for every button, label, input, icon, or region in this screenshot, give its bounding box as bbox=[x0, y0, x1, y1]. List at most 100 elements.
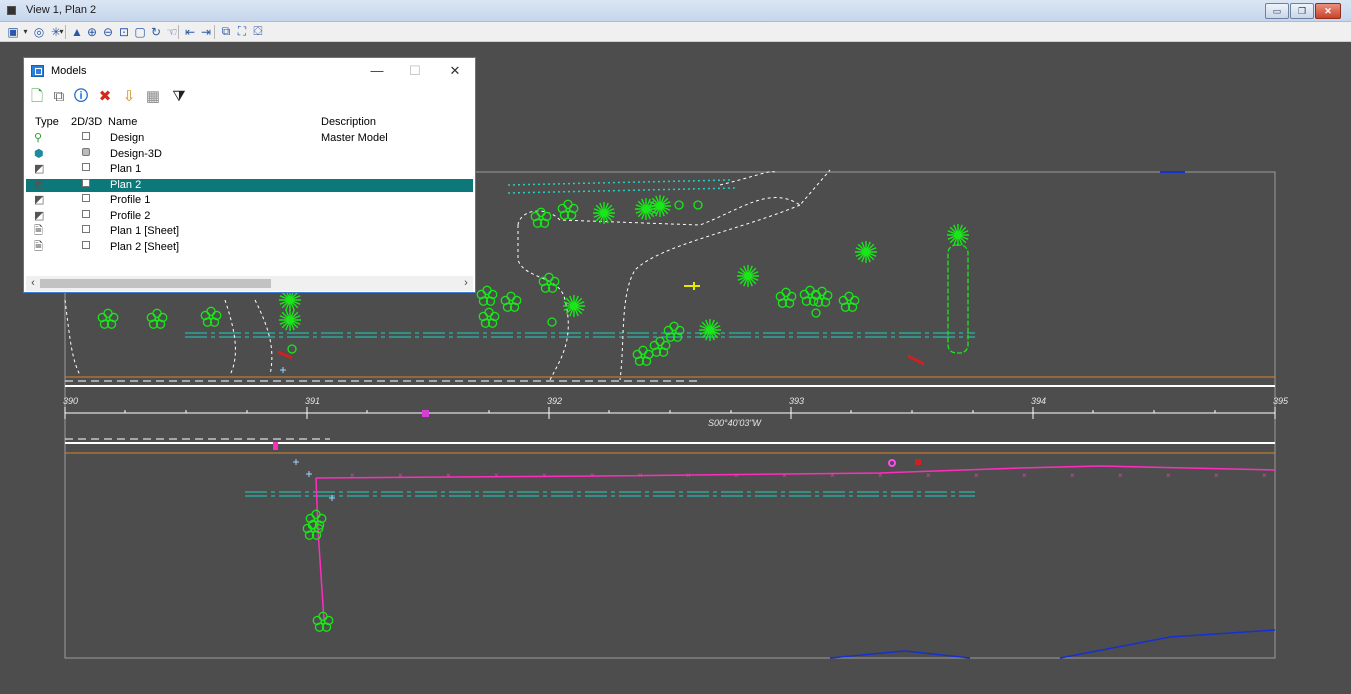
deciduous-tree bbox=[478, 307, 500, 328]
deciduous-tree bbox=[530, 207, 552, 228]
station-label: 394 bbox=[1031, 396, 1046, 406]
model-2d-icon bbox=[82, 194, 90, 202]
copy-model-icon[interactable]: ⧉ bbox=[50, 88, 68, 106]
minimize-button[interactable]: ▭ bbox=[1265, 3, 1289, 19]
valve-symbol bbox=[273, 442, 278, 450]
column-2d3d[interactable]: 2D/3D bbox=[71, 116, 102, 128]
fit-view-icon[interactable]: ▢ bbox=[132, 24, 148, 39]
window-area-icon[interactable]: ⊡ bbox=[116, 24, 132, 39]
zoom-in-icon[interactable]: ⊕ bbox=[84, 24, 100, 39]
column-description[interactable]: Description bbox=[321, 116, 376, 128]
deciduous-tree bbox=[557, 199, 579, 220]
fence-x-mark: × bbox=[782, 471, 787, 480]
model-row[interactable]: 🗎 Plan 1 [Sheet] bbox=[26, 225, 473, 238]
model-row[interactable]: ◩ Profile 2 bbox=[26, 209, 473, 223]
model-2d-icon bbox=[82, 163, 90, 171]
column-type[interactable]: Type bbox=[35, 116, 59, 128]
models-minimize-button[interactable]: — bbox=[367, 62, 387, 80]
fence-x-mark: × bbox=[1118, 471, 1123, 480]
dropdown-icon[interactable]: ▾ bbox=[22, 24, 29, 39]
deciduous-tree bbox=[97, 308, 119, 329]
model-name: Profile 1 bbox=[110, 194, 151, 206]
shrub bbox=[547, 317, 557, 327]
utility-dotted-line bbox=[507, 179, 731, 186]
red-symbol bbox=[907, 354, 925, 366]
deciduous-tree bbox=[663, 321, 685, 342]
fence-x-mark: × bbox=[398, 471, 403, 480]
scroll-right-button[interactable]: › bbox=[459, 276, 473, 291]
pavement-edge-curve-4 bbox=[719, 171, 776, 186]
evergreen-tree bbox=[699, 319, 721, 341]
model-row[interactable]: ◩ Plan 1 bbox=[26, 163, 473, 176]
clip-mask-icon[interactable]: ⛋ bbox=[250, 24, 266, 39]
fence-x-mark: × bbox=[350, 471, 355, 480]
property-line-2 bbox=[1059, 629, 1276, 659]
create-model-icon[interactable]: 🗋 bbox=[28, 88, 46, 106]
models-icon bbox=[31, 65, 44, 77]
station-marker bbox=[422, 410, 429, 417]
pavement-edge-curve-7 bbox=[64, 299, 81, 376]
fence-x-mark: × bbox=[590, 471, 595, 480]
filter-icon[interactable]: ⧩ bbox=[170, 88, 188, 106]
model-2d-icon bbox=[82, 225, 90, 233]
survey-point bbox=[306, 471, 312, 477]
presentation-icon[interactable]: ◎ bbox=[31, 24, 47, 39]
evergreen-tree bbox=[855, 241, 877, 263]
close-button[interactable]: ✕ bbox=[1315, 3, 1341, 19]
models-toolbar: 🗋 ⧉ 🛈 ✖ ⇩ ▦ ⧩ bbox=[26, 85, 466, 109]
view-control-toolbar: ▣ ▾ ◎ ✳ ▾ ▲ ⊕ ⊖ ⊡ ▢ ↻ ☜ ⇤ ⇥ ⧉ ⛶ ⛋ bbox=[0, 22, 1351, 42]
water-line-branch bbox=[315, 477, 325, 621]
station-label: 393 bbox=[789, 396, 804, 406]
sheet-model-icon: 🗎 bbox=[34, 240, 43, 253]
zoom-out-icon[interactable]: ⊖ bbox=[100, 24, 116, 39]
update-view-icon[interactable]: ▲ bbox=[69, 24, 85, 39]
sheet-model-icon: 🗎 bbox=[34, 225, 43, 237]
model-name: Profile 2 bbox=[110, 209, 151, 222]
fence-x-mark: × bbox=[878, 471, 883, 480]
models-titlebar[interactable]: Models — ☐ ✕ bbox=[24, 58, 475, 85]
scroll-thumb[interactable] bbox=[40, 279, 271, 288]
model-2d-icon bbox=[82, 240, 90, 249]
delete-model-icon[interactable]: ✖ bbox=[96, 88, 114, 106]
window-icon[interactable] bbox=[7, 6, 16, 15]
fence-x-mark: × bbox=[926, 471, 931, 480]
view-next-icon[interactable]: ⇥ bbox=[198, 24, 214, 39]
drawing-model-icon: ◩ bbox=[34, 163, 45, 175]
dropdown-icon[interactable]: ▾ bbox=[58, 24, 65, 39]
pavement-edge-curve-3 bbox=[619, 204, 801, 381]
fence-x-mark: × bbox=[974, 471, 979, 480]
model-3d-icon bbox=[82, 147, 90, 156]
model-row[interactable]: ◩ Plan 2 bbox=[26, 178, 473, 192]
model-row[interactable]: ⬢ Design-3D bbox=[26, 147, 473, 161]
model-name: Plan 1 [Sheet] bbox=[110, 225, 180, 237]
models-close-button[interactable]: ✕ bbox=[445, 62, 465, 80]
scroll-left-button[interactable]: ‹ bbox=[26, 276, 40, 291]
fence-x-mark: × bbox=[830, 471, 835, 480]
survey-point bbox=[280, 367, 286, 373]
import-model-icon[interactable]: ⇩ bbox=[120, 88, 138, 106]
model-row[interactable]: ◩ Profile 1 bbox=[26, 194, 473, 207]
column-name[interactable]: Name bbox=[108, 116, 137, 128]
model-2d-icon bbox=[82, 209, 90, 218]
station-label: 390 bbox=[63, 396, 78, 406]
model-row[interactable]: ⚲ Design Master Model bbox=[26, 132, 473, 145]
restore-button[interactable]: ❐ bbox=[1290, 3, 1314, 19]
3d-model-icon: ⬢ bbox=[34, 147, 44, 160]
clip-volume-icon[interactable]: ⛶ bbox=[234, 24, 250, 39]
model-properties-icon[interactable]: 🛈 bbox=[72, 88, 90, 106]
select-all-icon[interactable]: ▦ bbox=[144, 88, 162, 106]
fence-x-mark: × bbox=[542, 471, 547, 480]
view-attributes-icon[interactable]: ▣ bbox=[5, 24, 21, 39]
shrub bbox=[674, 200, 684, 210]
copy-view-icon[interactable]: ⧉ bbox=[218, 24, 234, 39]
survey-point bbox=[293, 459, 299, 465]
model-name: Plan 1 bbox=[110, 163, 142, 175]
rotate-view-icon[interactable]: ↻ bbox=[148, 24, 164, 39]
models-maximize-button[interactable]: ☐ bbox=[405, 62, 425, 80]
model-row[interactable]: 🗎 Plan 2 [Sheet] bbox=[26, 240, 473, 254]
drawing-model-icon: ◩ bbox=[34, 209, 45, 222]
view-previous-icon[interactable]: ⇤ bbox=[182, 24, 198, 39]
station-label: 395 bbox=[1273, 396, 1289, 406]
horizontal-scrollbar[interactable]: ‹ › bbox=[26, 276, 473, 291]
evergreen-tree bbox=[563, 295, 585, 317]
